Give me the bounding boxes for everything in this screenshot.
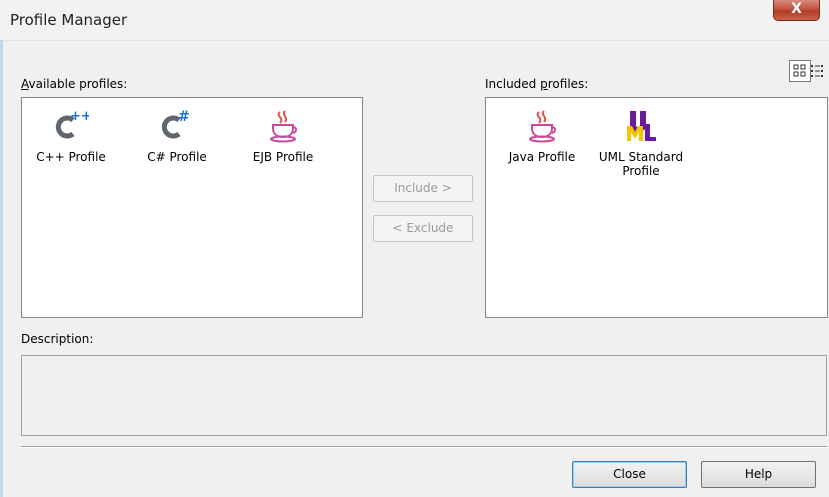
description-label: Description: (21, 332, 94, 346)
include-button[interactable]: Include > (373, 175, 473, 202)
list-view-icon (811, 65, 823, 77)
help-button[interactable]: Help (701, 461, 816, 488)
window-title: Profile Manager (10, 11, 128, 29)
java-cup-icon (265, 108, 301, 144)
large-icons-icon (793, 64, 806, 77)
profile-item-csharp[interactable]: # C# Profile (142, 108, 212, 164)
uml-icon (623, 108, 659, 144)
svg-text:#: # (178, 109, 190, 125)
profile-item-cpp[interactable]: ++ C++ Profile (36, 108, 106, 164)
window-close-button[interactable]: X (773, 0, 820, 21)
profile-item-java[interactable]: Java Profile (500, 108, 584, 164)
included-profiles-label: Included profiles: (485, 77, 589, 91)
window-border (0, 40, 3, 497)
description-box (21, 355, 827, 436)
csharp-icon: # (159, 108, 195, 144)
exclude-button[interactable]: < Exclude (373, 215, 473, 242)
profile-item-ejb[interactable]: EJB Profile (248, 108, 318, 164)
list-view-toggle[interactable] (808, 61, 829, 83)
available-profiles-label: Available profiles: (21, 77, 128, 91)
title-bar: Profile Manager X (0, 0, 829, 41)
close-button[interactable]: Close (572, 461, 687, 488)
java-cup-icon (524, 108, 560, 144)
available-profiles-list[interactable]: ++ C++ Profile # C# Profile EJB Profile (21, 97, 363, 318)
cpp-icon: ++ (53, 108, 92, 144)
footer-divider (21, 446, 827, 448)
svg-text:++: ++ (70, 109, 89, 124)
included-profiles-list[interactable]: Java Profile UML Standard Profile (485, 97, 828, 318)
profile-item-uml-standard[interactable]: UML Standard Profile (594, 108, 688, 178)
